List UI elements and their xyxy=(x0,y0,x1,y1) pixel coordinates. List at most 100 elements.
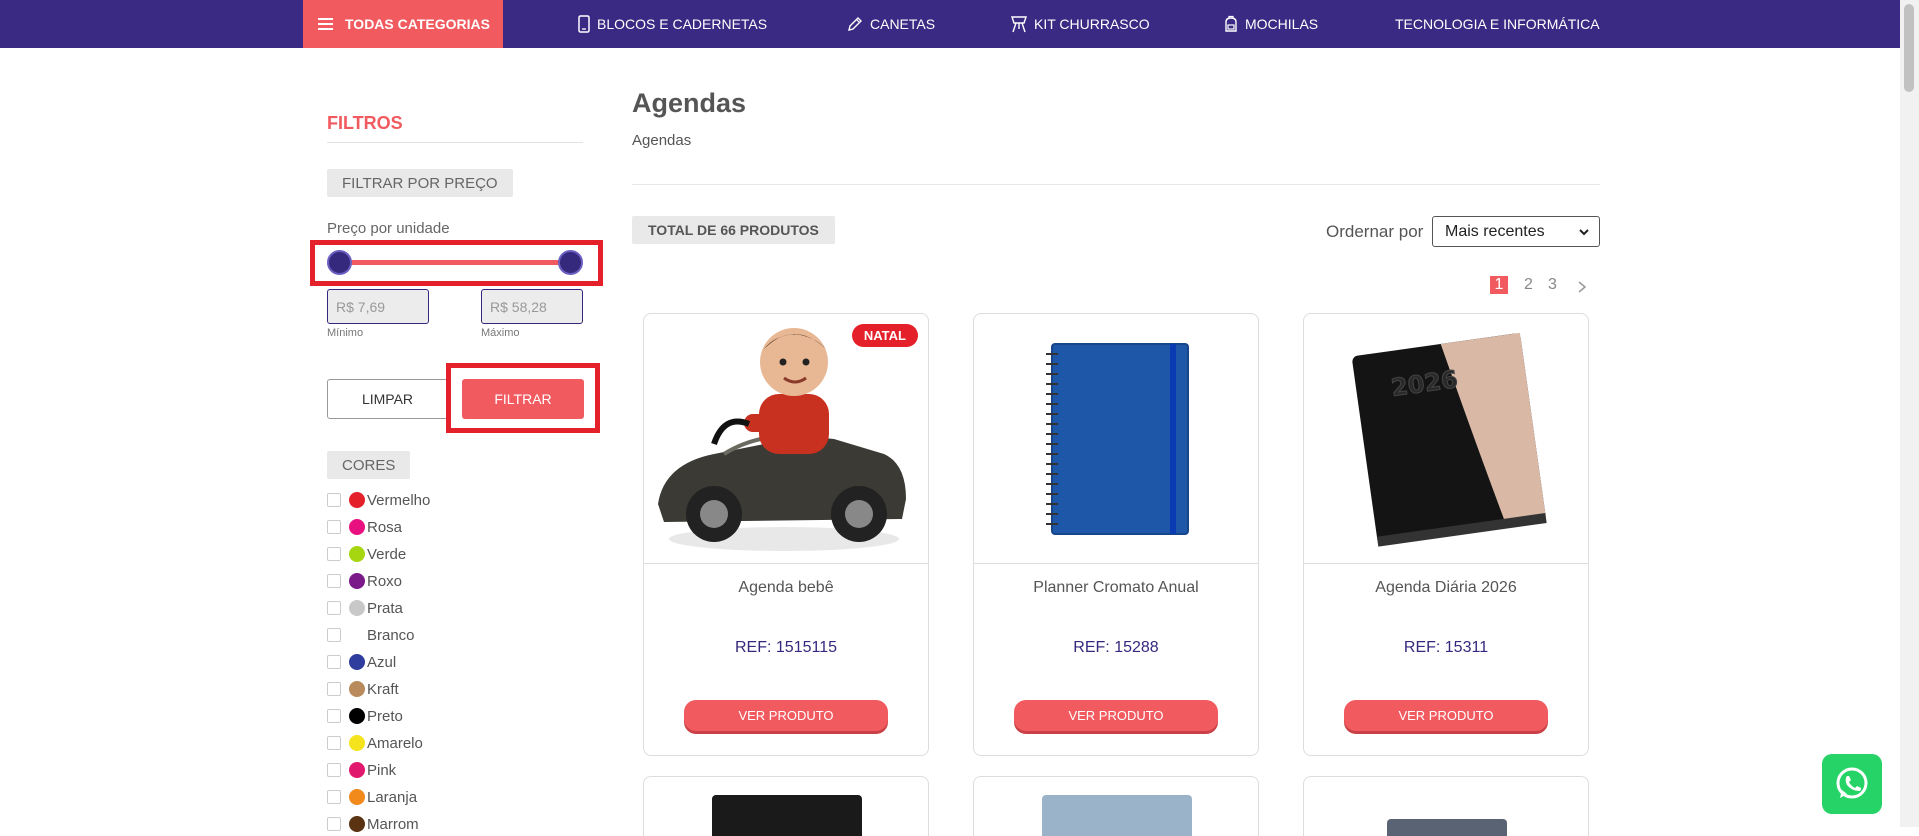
product-ref: REF: 1515115 xyxy=(735,639,837,656)
filters-title: FILTROS xyxy=(327,113,403,133)
view-product-button[interactable]: VER PRODUTO xyxy=(1014,700,1218,731)
color-option-verde[interactable]: Verde xyxy=(327,543,527,565)
nav-item-canetas[interactable]: CANETAS xyxy=(846,0,935,48)
product-image xyxy=(1042,795,1192,836)
color-option-vermelho[interactable]: Vermelho xyxy=(327,489,527,511)
page-3[interactable]: 3 xyxy=(1548,276,1557,294)
clear-button[interactable]: LIMPAR xyxy=(327,379,448,419)
hamburger-icon xyxy=(318,18,333,30)
product-card[interactable] xyxy=(973,776,1259,836)
agenda-2026-image: 2026 xyxy=(1352,332,1547,547)
checkbox[interactable] xyxy=(327,493,341,507)
color-swatch xyxy=(349,600,365,616)
price-max-handle[interactable] xyxy=(558,250,583,275)
color-swatch xyxy=(349,627,365,643)
view-product-button[interactable]: VER PRODUTO xyxy=(1344,700,1548,731)
checkbox[interactable] xyxy=(327,763,341,777)
color-option-azul[interactable]: Azul xyxy=(327,651,527,673)
price-max-input[interactable]: R$ 58,28 xyxy=(481,289,583,324)
product-card[interactable]: NATAL Agenda bebê REF: 1515115 VER PRODU… xyxy=(643,313,929,756)
checkbox[interactable] xyxy=(327,601,341,615)
chevron-right-icon[interactable] xyxy=(1576,280,1588,294)
page-2[interactable]: 2 xyxy=(1524,276,1533,294)
unit-price-label: Preço por unidade xyxy=(327,220,450,237)
checkbox[interactable] xyxy=(327,655,341,669)
checkbox[interactable] xyxy=(327,547,341,561)
product-card[interactable] xyxy=(1303,776,1589,836)
product-card[interactable]: Planner Cromato Anual REF: 15288 VER PRO… xyxy=(973,313,1259,756)
tablet-icon xyxy=(578,15,590,33)
color-swatch xyxy=(349,735,365,751)
product-image[interactable]: 2026 xyxy=(1304,314,1588,564)
color-swatch xyxy=(349,681,365,697)
color-swatch xyxy=(349,762,365,778)
nav-item-blocos[interactable]: BLOCOS E CADERNETAS xyxy=(577,0,767,48)
planner-image xyxy=(1046,343,1189,535)
product-card[interactable] xyxy=(643,776,929,836)
scrollbar[interactable] xyxy=(1900,0,1919,827)
color-option-amarelo[interactable]: Amarelo xyxy=(327,732,527,754)
nav-item-label: CANETAS xyxy=(870,16,936,32)
product-image[interactable] xyxy=(974,314,1258,564)
order-label: Ordernar por xyxy=(1326,222,1424,241)
color-option-rosa[interactable]: Rosa xyxy=(327,516,527,538)
color-option-marrom[interactable]: Marrom xyxy=(327,813,527,835)
baby-car-image xyxy=(658,328,906,551)
color-swatch xyxy=(349,789,365,805)
pen-icon xyxy=(848,17,862,31)
nav-item-tecnologia[interactable]: TECNOLOGIA E INFORMÁTICA xyxy=(1395,0,1600,48)
divider xyxy=(632,184,1600,185)
page-1[interactable]: 1 xyxy=(1490,276,1508,294)
color-option-preto[interactable]: Preto xyxy=(327,705,527,727)
view-product-button[interactable]: VER PRODUTO xyxy=(684,700,888,731)
checkbox[interactable] xyxy=(327,709,341,723)
nav-item-label: TECNOLOGIA E INFORMÁTICA xyxy=(1395,16,1600,32)
checkbox[interactable] xyxy=(327,628,341,642)
checkbox[interactable] xyxy=(327,790,341,804)
checkbox[interactable] xyxy=(327,574,341,588)
order-select[interactable]: Mais recentes xyxy=(1432,216,1600,247)
checkbox[interactable] xyxy=(327,817,341,831)
filter-button[interactable]: FILTRAR xyxy=(462,379,584,419)
product-name[interactable]: Planner Cromato Anual xyxy=(974,579,1258,597)
color-option-prata[interactable]: Prata xyxy=(327,597,527,619)
product-image xyxy=(1387,819,1507,836)
checkbox[interactable] xyxy=(327,520,341,534)
nav-item-label: MOCHILAS xyxy=(1245,16,1319,32)
scrollbar-thumb[interactable] xyxy=(1904,4,1914,92)
color-swatch xyxy=(349,519,365,535)
color-swatch xyxy=(349,573,365,589)
all-categories-button[interactable]: TODAS CATEGORIAS xyxy=(303,0,503,48)
colors-label: CORES xyxy=(327,451,411,479)
nav-item-label: KIT CHURRASCO xyxy=(1034,16,1150,32)
nav-item-kit-churrasco[interactable]: KIT CHURRASCO xyxy=(1010,0,1150,48)
product-card[interactable]: 2026 Agenda Diária 2026 REF: 15311 VER P… xyxy=(1303,313,1589,756)
color-option-pink[interactable]: Pink xyxy=(327,759,527,781)
color-swatch xyxy=(349,492,365,508)
product-name[interactable]: Agenda bebê xyxy=(644,579,928,597)
natal-badge: NATAL xyxy=(851,324,918,347)
color-option-laranja[interactable]: Laranja xyxy=(327,786,527,808)
max-label: Máximo xyxy=(481,327,520,339)
nav-item-mochilas[interactable]: MOCHILAS xyxy=(1223,0,1318,48)
price-min-input[interactable]: R$ 7,69 xyxy=(327,289,429,324)
price-min-handle[interactable] xyxy=(327,250,352,275)
product-name[interactable]: Agenda Diária 2026 xyxy=(1304,579,1588,597)
product-ref: REF: 15288 xyxy=(1073,639,1159,656)
order-select-value: Mais recentes xyxy=(1445,222,1545,240)
color-swatch xyxy=(349,654,365,670)
checkbox[interactable] xyxy=(327,682,341,696)
product-ref: REF: 15311 xyxy=(1403,639,1489,656)
color-swatch xyxy=(349,708,365,724)
price-range-track[interactable] xyxy=(337,260,575,265)
min-label: Mínimo xyxy=(327,327,364,339)
all-categories-label: TODAS CATEGORIAS xyxy=(345,16,490,32)
checkbox[interactable] xyxy=(327,736,341,750)
color-swatch xyxy=(349,816,365,832)
color-option-branco[interactable]: Branco xyxy=(327,624,527,646)
color-option-roxo[interactable]: Roxo xyxy=(327,570,527,592)
color-option-kraft[interactable]: Kraft xyxy=(327,678,527,700)
nav-item-label: BLOCOS E CADERNETAS xyxy=(597,16,768,32)
product-image[interactable]: NATAL xyxy=(644,314,928,564)
whatsapp-button[interactable] xyxy=(1822,754,1882,814)
